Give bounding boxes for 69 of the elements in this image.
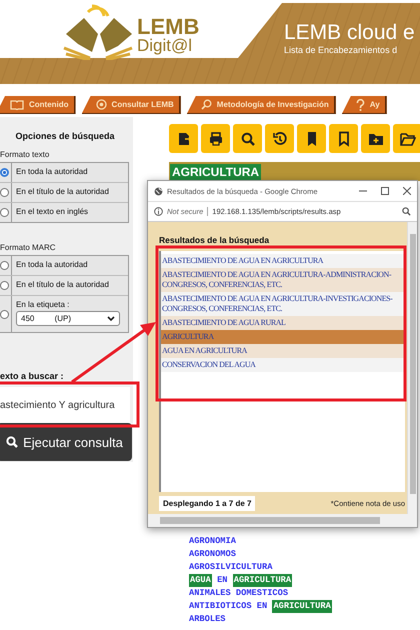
radio-button[interactable] <box>0 208 9 217</box>
search-label: exto a buscar : <box>0 370 65 381</box>
highlighted-term[interactable]: AGUA <box>189 574 212 587</box>
list-term[interactable]: ANTIBIOTICOS <box>189 600 252 613</box>
list-term[interactable]: AGROSILVICULTURA <box>189 561 272 574</box>
result-item[interactable]: AGUA EN AGRICULTURA <box>161 344 405 358</box>
group-label: Formato MARC <box>0 243 57 254</box>
option-label: En el texto en inglés <box>16 207 88 216</box>
printer-icon <box>208 130 224 146</box>
option-label: En toda la autoridad <box>16 260 88 269</box>
result-item[interactable]: CONSERVACION DEL AGUA <box>161 358 405 372</box>
help-icon <box>356 98 365 110</box>
toolbar-button[interactable] <box>297 124 326 153</box>
highlighted-term[interactable]: AGRICULTURA <box>272 600 332 613</box>
results-heading: Resultados de la búsqueda <box>159 235 270 245</box>
search-icon <box>240 130 256 146</box>
toolbar-button[interactable] <box>329 124 358 153</box>
option-label: En toda la autoridad <box>16 167 88 176</box>
run-query-button[interactable]: Ejecutar consulta <box>0 423 132 461</box>
panel-title: Opciones de búsqueda <box>14 130 116 143</box>
search-field[interactable]: astecimiento Y agricultura <box>0 387 130 423</box>
list-term[interactable]: EN <box>256 600 268 613</box>
radio-button[interactable] <box>0 188 9 197</box>
logo-text: Digit@l <box>137 37 194 55</box>
option-label: En el título de la autoridad <box>16 187 109 196</box>
result-item[interactable]: ABASTECIMIENTO DE AGUA EN AGRICULTURA <box>161 254 405 268</box>
result-count: Desplegando 1 a 7 de 7 <box>159 496 256 510</box>
target-icon <box>96 99 107 110</box>
radio-button[interactable] <box>0 261 9 270</box>
radio-button[interactable] <box>0 281 9 290</box>
highlighted-term[interactable]: AGRICULTURA <box>232 574 292 587</box>
site-title: LEMB cloud e <box>284 20 416 45</box>
toolbar-button[interactable] <box>201 124 230 153</box>
zoom-icon <box>402 207 411 216</box>
radio-button[interactable] <box>0 168 9 177</box>
option-label: En el título de la autoridad <box>16 280 109 289</box>
globe-icon <box>154 186 163 196</box>
close-icon <box>403 187 411 195</box>
logo-text: LEMB <box>137 16 200 37</box>
chevron-down-icon <box>107 316 115 322</box>
toolbar-button[interactable] <box>361 124 390 153</box>
toolbar-button[interactable] <box>169 124 198 153</box>
result-item[interactable]: ABASTECIMIENTO DE AGUA EN AGRICULTURA-ADMINISTRACION-CONGRESOS, CONFERENCIAS, ETC. <box>161 268 405 292</box>
list-term[interactable]: EN <box>217 574 228 587</box>
radio-button[interactable] <box>0 310 9 318</box>
maximize-icon <box>381 187 389 195</box>
book-logo-icon <box>62 4 134 60</box>
book-icon <box>10 99 24 110</box>
folder-icon <box>400 130 416 146</box>
toolbar-button[interactable] <box>393 124 420 153</box>
entry-heading: AGRICULTURA <box>170 164 262 180</box>
group-label: Formato texto <box>0 150 50 161</box>
option-label: En la etiqueta : <box>16 300 70 309</box>
scrollbar[interactable] <box>407 222 417 514</box>
list-term[interactable]: ARBOLES <box>189 613 226 625</box>
list-term[interactable]: AGRONOMIA <box>189 535 236 548</box>
result-item[interactable]: ABASTECIMIENTO DE AGUA RURAL <box>161 316 405 330</box>
toolbar-button[interactable] <box>233 124 262 153</box>
scrollbar[interactable] <box>148 514 417 527</box>
search-icon <box>6 436 18 448</box>
list-term[interactable]: ANIMALES DOMESTICOS <box>189 587 288 600</box>
info-icon <box>154 207 163 216</box>
list-term[interactable]: AGRONOMOS <box>189 548 236 561</box>
toolbar-button[interactable] <box>265 124 294 153</box>
site-subtitle: Lista de Encabezamientos d <box>284 45 398 56</box>
tag-select[interactable]: 450 (UP) <box>16 311 120 326</box>
result-item[interactable]: ABASTECIMIENTO DE AGUA EN AGRICULTURA-INVESTIGACIONES-CONGRESOS, CONFERENCIAS, ETC. <box>161 292 405 316</box>
history-icon <box>272 130 288 146</box>
search-icon <box>200 99 212 110</box>
